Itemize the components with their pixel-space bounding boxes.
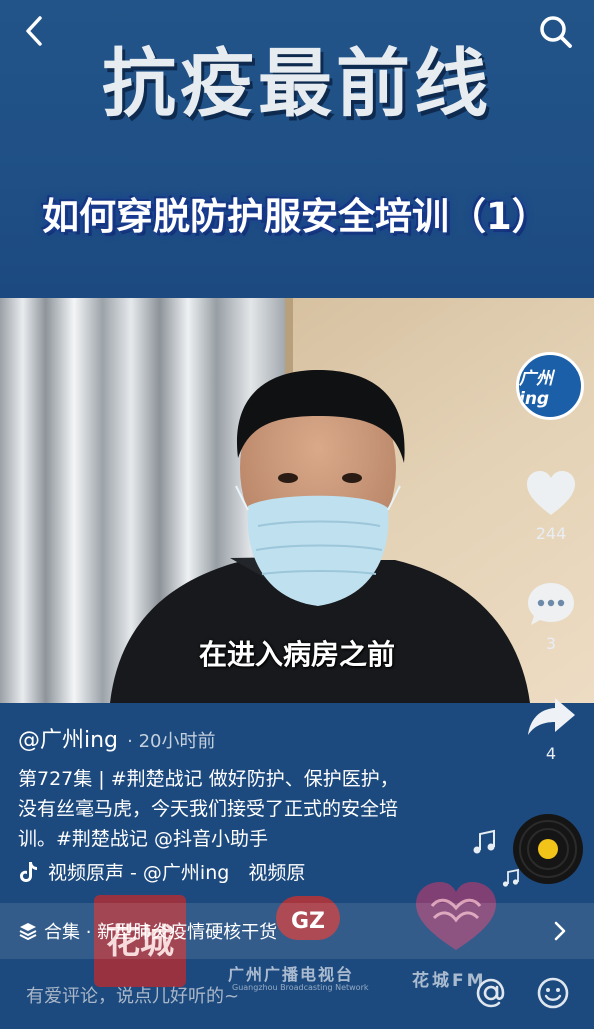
comment-icon <box>528 583 574 625</box>
chevron-left-icon <box>26 16 42 46</box>
chevron-right-icon <box>554 921 566 941</box>
banner-title: 抗疫最前线 <box>102 41 492 127</box>
heart-icon <box>527 471 575 515</box>
post-description: 第727集 | #荆楚战记 做好防护、保护医护， 没有丝毫马虎，今天我们接受了正… <box>18 764 488 854</box>
vinyl-disc-icon <box>513 814 583 884</box>
share-button[interactable]: 4 <box>514 694 588 763</box>
like-button[interactable]: 244 <box>514 470 588 543</box>
share-count: 4 <box>545 744 557 763</box>
banner-subtitle: 如何穿脱防护服安全培训（1） <box>42 195 549 238</box>
avatar-text: 广州 ing <box>519 368 553 409</box>
music-disc-button[interactable] <box>512 813 584 889</box>
title-banner: 抗疫最前线 如何穿脱防护服安全培训（1） <box>0 0 594 298</box>
music-title: 视频原声 - @广州ing 视频原 <box>48 862 306 884</box>
author-avatar[interactable]: 广州 ing <box>516 352 584 420</box>
collection-bar[interactable]: 合集 · 新型肺炎疫情硬核干货 <box>0 903 594 959</box>
comment-button[interactable]: 3 <box>514 580 588 653</box>
music-info[interactable]: 视频原声 - @广州ing 视频原 <box>18 858 305 885</box>
back-button[interactable] <box>18 14 52 48</box>
description-line: 没有丝毫马虎，今天我们接受了正式的安全培 <box>18 798 399 820</box>
search-button[interactable] <box>536 12 576 52</box>
at-mention-icon[interactable] <box>474 976 508 1010</box>
search-icon <box>540 16 572 48</box>
post-info: @广州ing · 20小时前 第727集 | #荆楚战记 做好防护、保护医护， … <box>18 722 488 854</box>
layers-icon <box>19 923 37 941</box>
collection-label: 合集 · 新型肺炎疫情硬核干货 <box>44 922 278 943</box>
like-count: 244 <box>535 524 567 543</box>
comment-input-bar: 有爱评论，说点儿好听的~ <box>0 962 594 1029</box>
comment-input[interactable]: 有爱评论，说点儿好听的~ <box>26 982 239 1008</box>
comment-count: 3 <box>545 634 557 653</box>
share-arrow-icon <box>528 698 575 735</box>
video-caption: 在进入病房之前 <box>198 638 395 671</box>
emoji-icon[interactable] <box>536 976 570 1010</box>
tiktok-note-icon <box>20 861 37 882</box>
author-username[interactable]: @广州ing <box>18 728 118 753</box>
description-line: 训。#荆楚战记 @抖音小助手 <box>18 828 268 850</box>
video-player[interactable]: 在进入病房之前 <box>0 298 594 703</box>
description-line: 第727集 | #荆楚战记 做好防护、保护医护， <box>18 768 399 790</box>
post-time: · 20小时前 <box>127 731 216 752</box>
